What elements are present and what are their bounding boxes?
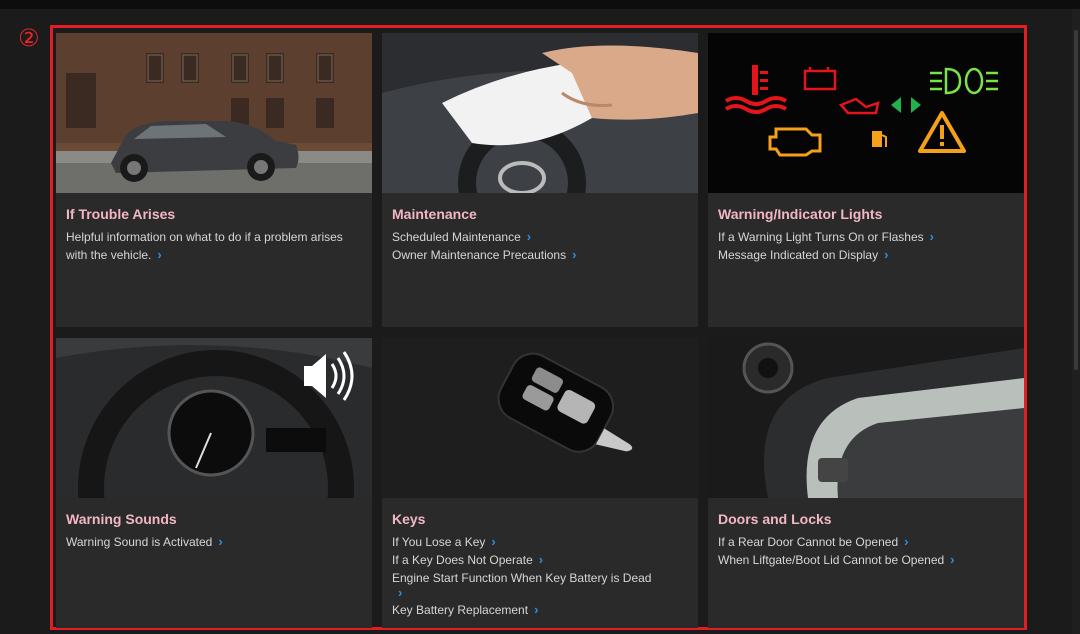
card-title[interactable]: Warning Sounds [66,511,177,527]
chevron-right-icon: › [491,534,496,549]
callout-marker: ② [18,24,40,52]
door-interior-photo[interactable] [708,338,1024,498]
card-description-block: Helpful information on what to do if a p… [66,228,362,264]
link-if-you-lose-a-key[interactable]: If You Lose a Key › [392,533,688,551]
card-if-trouble-arises[interactable]: If Trouble Arises Helpful information on… [56,33,372,327]
top-bar [0,0,1080,9]
chevron-right-icon: › [218,534,223,549]
card-links: Scheduled Maintenance › Owner Maintenance… [392,228,688,264]
card-title[interactable]: Keys [392,511,425,527]
link-engine-start-key-battery-dead[interactable]: Engine Start Function When Key Battery i… [392,569,688,599]
chevron-right-icon: › [534,602,539,617]
chevron-right-icon[interactable]: › [157,246,161,264]
card-title[interactable]: Warning/Indicator Lights [718,206,882,222]
card-title[interactable]: Maintenance [392,206,477,222]
warning-lights-icons[interactable] [708,33,1024,193]
chevron-right-icon: › [950,552,955,567]
dashboard-cleaning-photo[interactable] [382,33,698,193]
instrument-cluster-speaker-photo[interactable] [56,338,372,498]
chevron-right-icon: › [929,229,934,244]
card-maintenance[interactable]: Maintenance Scheduled Maintenance › Owner… [382,33,698,327]
chevron-right-icon: › [572,247,577,262]
card-keys[interactable]: Keys If You Lose a Key › If a Key Does No… [382,338,698,628]
chevron-right-icon: › [398,585,403,600]
link-scheduled-maintenance[interactable]: Scheduled Maintenance › [392,228,688,246]
chevron-right-icon: › [526,229,532,244]
card-links: If a Warning Light Turns On or Flashes › … [718,228,1014,264]
link-rear-door-cannot-open[interactable]: If a Rear Door Cannot be Opened › [718,533,1014,551]
card-warning-indicator-lights[interactable]: Warning/Indicator Lights If a Warning Li… [708,33,1024,327]
card-links: Warning Sound is Activated › [66,533,362,551]
chevron-right-icon: › [904,534,909,549]
link-liftgate-cannot-open[interactable]: When Liftgate/Boot Lid Cannot be Opened › [718,551,1014,569]
link-owner-maintenance-precautions[interactable]: Owner Maintenance Precautions › [392,246,688,264]
link-warning-light-turns-on[interactable]: If a Warning Light Turns On or Flashes › [718,228,1014,246]
card-doors-and-locks[interactable]: Doors and Locks If a Rear Door Cannot be… [708,338,1024,628]
card-warning-sounds[interactable]: Warning Sounds Warning Sound is Activate… [56,338,372,628]
smart-key-photo[interactable] [382,338,698,498]
scrollbar-thumb[interactable] [1074,30,1078,370]
card-links: If You Lose a Key › If a Key Does Not Ope… [392,533,688,619]
link-if-key-does-not-operate[interactable]: If a Key Does Not Operate › [392,551,688,569]
link-message-indicated-on-display[interactable]: Message Indicated on Display › [718,246,1014,264]
card-description: Helpful information on what to do if a p… [66,230,343,262]
link-warning-sound-activated[interactable]: Warning Sound is Activated › [66,533,362,551]
card-links: If a Rear Door Cannot be Opened › When Li… [718,533,1014,569]
chevron-right-icon: › [538,552,544,567]
chevron-right-icon: › [884,247,889,262]
link-key-battery-replacement[interactable]: Key Battery Replacement › [392,601,688,619]
card-title[interactable]: If Trouble Arises [66,206,175,222]
car-photo[interactable] [56,33,372,193]
card-title[interactable]: Doors and Locks [718,511,832,527]
